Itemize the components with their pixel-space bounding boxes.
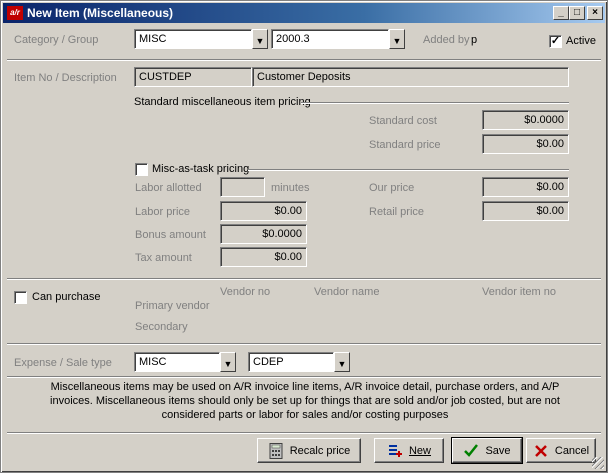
new-button[interactable]: New — [374, 438, 444, 463]
expense-type-field[interactable]: MISC — [134, 352, 220, 372]
standard-price-field[interactable]: $0.00 — [482, 134, 569, 154]
save-label: Save — [485, 444, 511, 457]
standard-cost-field[interactable]: $0.0000 — [482, 110, 569, 130]
bonus-amount-field[interactable]: $0.0000 — [220, 224, 307, 244]
dropdown-arrow-icon: ▼ — [337, 359, 347, 369]
labor-price-label: Labor price — [135, 206, 191, 218]
close-button[interactable]: × — [587, 6, 603, 20]
bonus-amount-label: Bonus amount — [135, 229, 206, 241]
cancel-x-icon — [533, 443, 549, 459]
save-button[interactable]: Save — [451, 437, 523, 464]
standard-price-label: Standard price — [369, 139, 441, 151]
expense-sale-type-label: Expense / Sale type — [14, 357, 112, 369]
sale-type-dropdown-button[interactable]: ▼ — [334, 352, 350, 372]
checkmark-icon — [463, 443, 479, 459]
secondary-vendor-label: Secondary — [135, 321, 188, 333]
labor-price-field[interactable]: $0.00 — [220, 201, 307, 221]
vendor-name-header: Vendor name — [314, 286, 380, 298]
group-field[interactable]: 2000.3 — [271, 29, 389, 49]
divider — [7, 343, 601, 345]
labor-allotted-field[interactable] — [220, 177, 265, 197]
new-item-window: a/r New Item (Miscellaneous) _ □ × Categ… — [0, 0, 608, 473]
new-label: New — [408, 444, 431, 457]
category-field[interactable]: MISC — [134, 29, 252, 49]
expense-type-dropdown-button[interactable]: ▼ — [220, 352, 236, 372]
dropdown-arrow-icon: ▼ — [255, 36, 265, 46]
info-note: Miscellaneous items may be used on A/R i… — [50, 381, 560, 421]
divider — [301, 102, 569, 104]
group-dropdown-button[interactable]: ▼ — [389, 29, 405, 49]
item-number-field[interactable]: CUSTDEP — [134, 67, 252, 87]
item-description-label: Item No / Description — [14, 72, 117, 84]
can-purchase-checkbox[interactable] — [14, 291, 27, 304]
maximize-button[interactable]: □ — [569, 6, 585, 20]
labor-allotted-label: Labor allotted — [135, 182, 202, 194]
misc-as-task-label: Misc-as-task pricing — [152, 163, 250, 175]
standard-cost-label: Standard cost — [369, 115, 437, 127]
retail-price-field[interactable]: $0.00 — [482, 201, 569, 221]
cancel-button[interactable]: Cancel — [526, 438, 596, 463]
active-label: Active — [566, 35, 596, 47]
standard-pricing-heading: Standard miscellaneous item pricing — [134, 96, 311, 108]
cancel-label: Cancel — [554, 444, 590, 457]
dropdown-arrow-icon: ▼ — [392, 36, 402, 46]
our-price-label: Our price — [369, 182, 415, 194]
vendor-item-header: Vendor item no — [482, 286, 556, 298]
our-price-field[interactable]: $0.00 — [482, 177, 569, 197]
misc-as-task-checkbox[interactable] — [135, 163, 148, 176]
minimize-button[interactable]: _ — [553, 6, 569, 20]
item-description-field[interactable]: Customer Deposits — [252, 67, 569, 87]
can-purchase-label: Can purchase — [32, 291, 101, 303]
minutes-label: minutes — [271, 182, 310, 194]
divider — [7, 278, 601, 280]
recalc-price-button[interactable]: Recalc price — [257, 438, 361, 463]
active-checkbox[interactable]: ✓ — [549, 35, 562, 48]
calculator-icon — [268, 442, 284, 459]
sale-type-field[interactable]: CDEP — [248, 352, 334, 372]
divider — [7, 432, 601, 434]
tax-amount-label: Tax amount — [135, 252, 192, 264]
recalc-price-label: Recalc price — [289, 444, 351, 457]
retail-price-label: Retail price — [369, 206, 425, 218]
dropdown-arrow-icon: ▼ — [223, 359, 233, 369]
app-icon: a/r — [7, 6, 23, 20]
window-title: New Item (Miscellaneous) — [27, 6, 174, 20]
vendor-no-header: Vendor no — [220, 286, 271, 298]
category-dropdown-button[interactable]: ▼ — [252, 29, 268, 49]
divider — [7, 376, 601, 378]
tax-amount-field[interactable]: $0.00 — [220, 247, 307, 267]
primary-vendor-label: Primary vendor — [135, 300, 210, 312]
resize-grip[interactable] — [592, 457, 604, 469]
added-by-value: p — [471, 34, 478, 46]
divider — [248, 169, 569, 171]
title-bar: a/r New Item (Miscellaneous) _ □ × — [3, 3, 605, 23]
divider — [7, 59, 601, 61]
new-icon — [387, 443, 403, 459]
added-by-label: Added by — [423, 34, 470, 46]
category-group-label: Category / Group — [14, 34, 99, 46]
